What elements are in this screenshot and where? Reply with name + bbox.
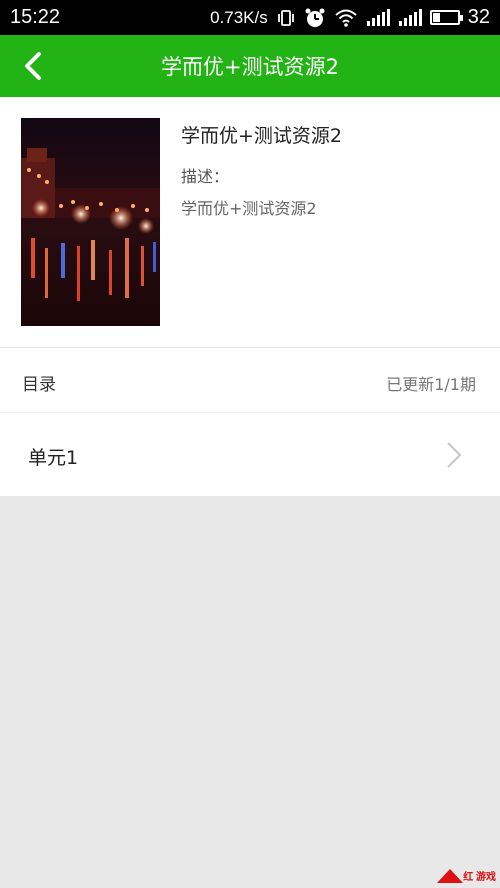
- watermark-logo: 红 游戏: [398, 862, 500, 888]
- wifi-icon: [334, 8, 358, 28]
- status-icons: 0.73K/s 32: [210, 6, 490, 29]
- battery-icon: [429, 10, 463, 25]
- logo-icon: [437, 869, 464, 883]
- description-text: 学而优+测试资源2: [181, 199, 317, 218]
- unit-label: 单元1: [28, 447, 79, 469]
- vibrate-icon: [276, 8, 296, 28]
- resource-cover-image[interactable]: [21, 118, 160, 326]
- list-item-unit-1[interactable]: 单元1: [0, 413, 500, 496]
- battery-level: 32: [467, 6, 490, 28]
- alarm-icon: [304, 7, 326, 29]
- watermark-text: 红 游戏: [463, 871, 496, 883]
- chevron-right-icon: [447, 442, 462, 468]
- description-label: 描述：: [181, 167, 230, 186]
- status-time: 15:22: [10, 6, 61, 28]
- battery-fill: [432, 13, 441, 22]
- back-button[interactable]: [18, 51, 48, 81]
- chevron-left-icon: [25, 52, 41, 80]
- page-title: 学而优+测试资源2: [161, 55, 339, 79]
- app-header: 学而优+测试资源2: [0, 35, 500, 97]
- catalog-header: 目录 已更新1/1期: [0, 348, 500, 413]
- resource-title: 学而优+测试资源2: [181, 125, 343, 147]
- night-city-image: [21, 118, 160, 326]
- signal-icon: [366, 8, 390, 27]
- resource-card: 学而优+测试资源2 描述： 学而优+测试资源2: [0, 97, 500, 348]
- catalog-label: 目录: [22, 375, 56, 395]
- net-speed: 0.73K/s: [210, 7, 268, 27]
- status-bar: 15:22 0.73K/s 32: [0, 0, 500, 35]
- catalog-update-status: 已更新1/1期: [386, 375, 476, 394]
- signal-icon: [398, 8, 422, 27]
